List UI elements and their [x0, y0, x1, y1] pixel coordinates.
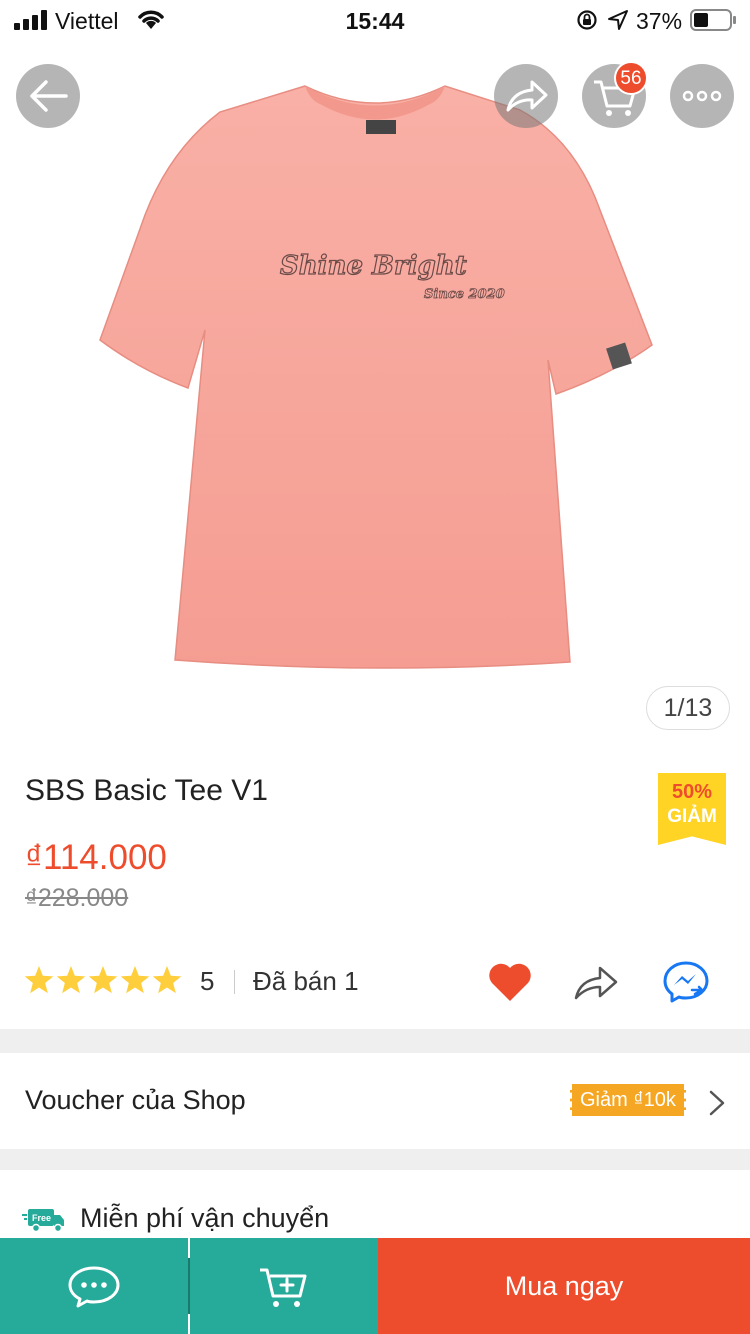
back-button[interactable]: [16, 64, 80, 128]
share-icon: [506, 80, 548, 112]
current-price: ₫114.000: [25, 838, 167, 877]
star-icon: [24, 966, 54, 994]
rating-count: 5: [200, 966, 215, 996]
sold-count: Đã bán 1: [253, 966, 359, 996]
chat-button[interactable]: [0, 1238, 188, 1334]
bottom-action-bar: Mua ngay: [0, 1238, 750, 1334]
chevron-right-icon: [709, 1090, 725, 1116]
chat-icon: [68, 1266, 120, 1308]
shirt-print-sub: Since 2020: [424, 287, 505, 302]
buy-now-button[interactable]: Mua ngay: [378, 1238, 750, 1334]
messenger-share-icon[interactable]: [662, 960, 712, 1004]
add-to-cart-icon: [260, 1268, 307, 1307]
discount-percent: 50%: [671, 781, 713, 803]
section-gap: [0, 1149, 750, 1170]
section-gap: [0, 1029, 750, 1053]
status-bar: Viettel 15:44 37%: [0, 0, 750, 40]
arrow-left-icon: [30, 80, 68, 112]
star-icon: [56, 966, 86, 994]
share-icon[interactable]: [572, 960, 622, 1004]
more-button[interactable]: [670, 64, 734, 128]
heart-icon[interactable]: [486, 960, 534, 1004]
cart-count-badge: 56: [614, 61, 648, 95]
voucher-chip: Giảm ₫10k: [570, 1084, 686, 1116]
share-button[interactable]: [494, 64, 558, 128]
battery-percent: 37%: [636, 8, 683, 34]
shop-voucher-row[interactable]: Voucher của Shop Giảm ₫10k: [0, 1053, 750, 1149]
star-icon: [120, 966, 150, 994]
star-icon: [88, 966, 118, 994]
location-icon: [608, 10, 628, 30]
divider: [234, 970, 235, 994]
star-icon: [152, 966, 182, 994]
free-shipping-icon: Free: [22, 1209, 64, 1233]
product-title: SBS Basic Tee V1: [25, 774, 268, 807]
battery-icon: [690, 9, 736, 31]
voucher-label: Voucher của Shop: [25, 1085, 246, 1115]
shirt-print-main: Shine Bright: [280, 251, 467, 281]
image-counter: 1/13: [646, 686, 730, 730]
original-price: ₫228.000: [25, 884, 129, 912]
add-to-cart-button[interactable]: [190, 1238, 378, 1334]
free-label: Free: [32, 1213, 51, 1223]
discount-badge: 50% GIẢM: [658, 773, 726, 845]
more-icon: [682, 90, 722, 102]
rotation-lock-icon: [577, 10, 597, 30]
rating-stars[interactable]: [24, 964, 184, 996]
discount-label: GIẢM: [667, 806, 717, 827]
shipping-label: Miễn phí vận chuyển: [80, 1203, 330, 1233]
rating-row: 5 Đã bán 1: [24, 960, 734, 1004]
